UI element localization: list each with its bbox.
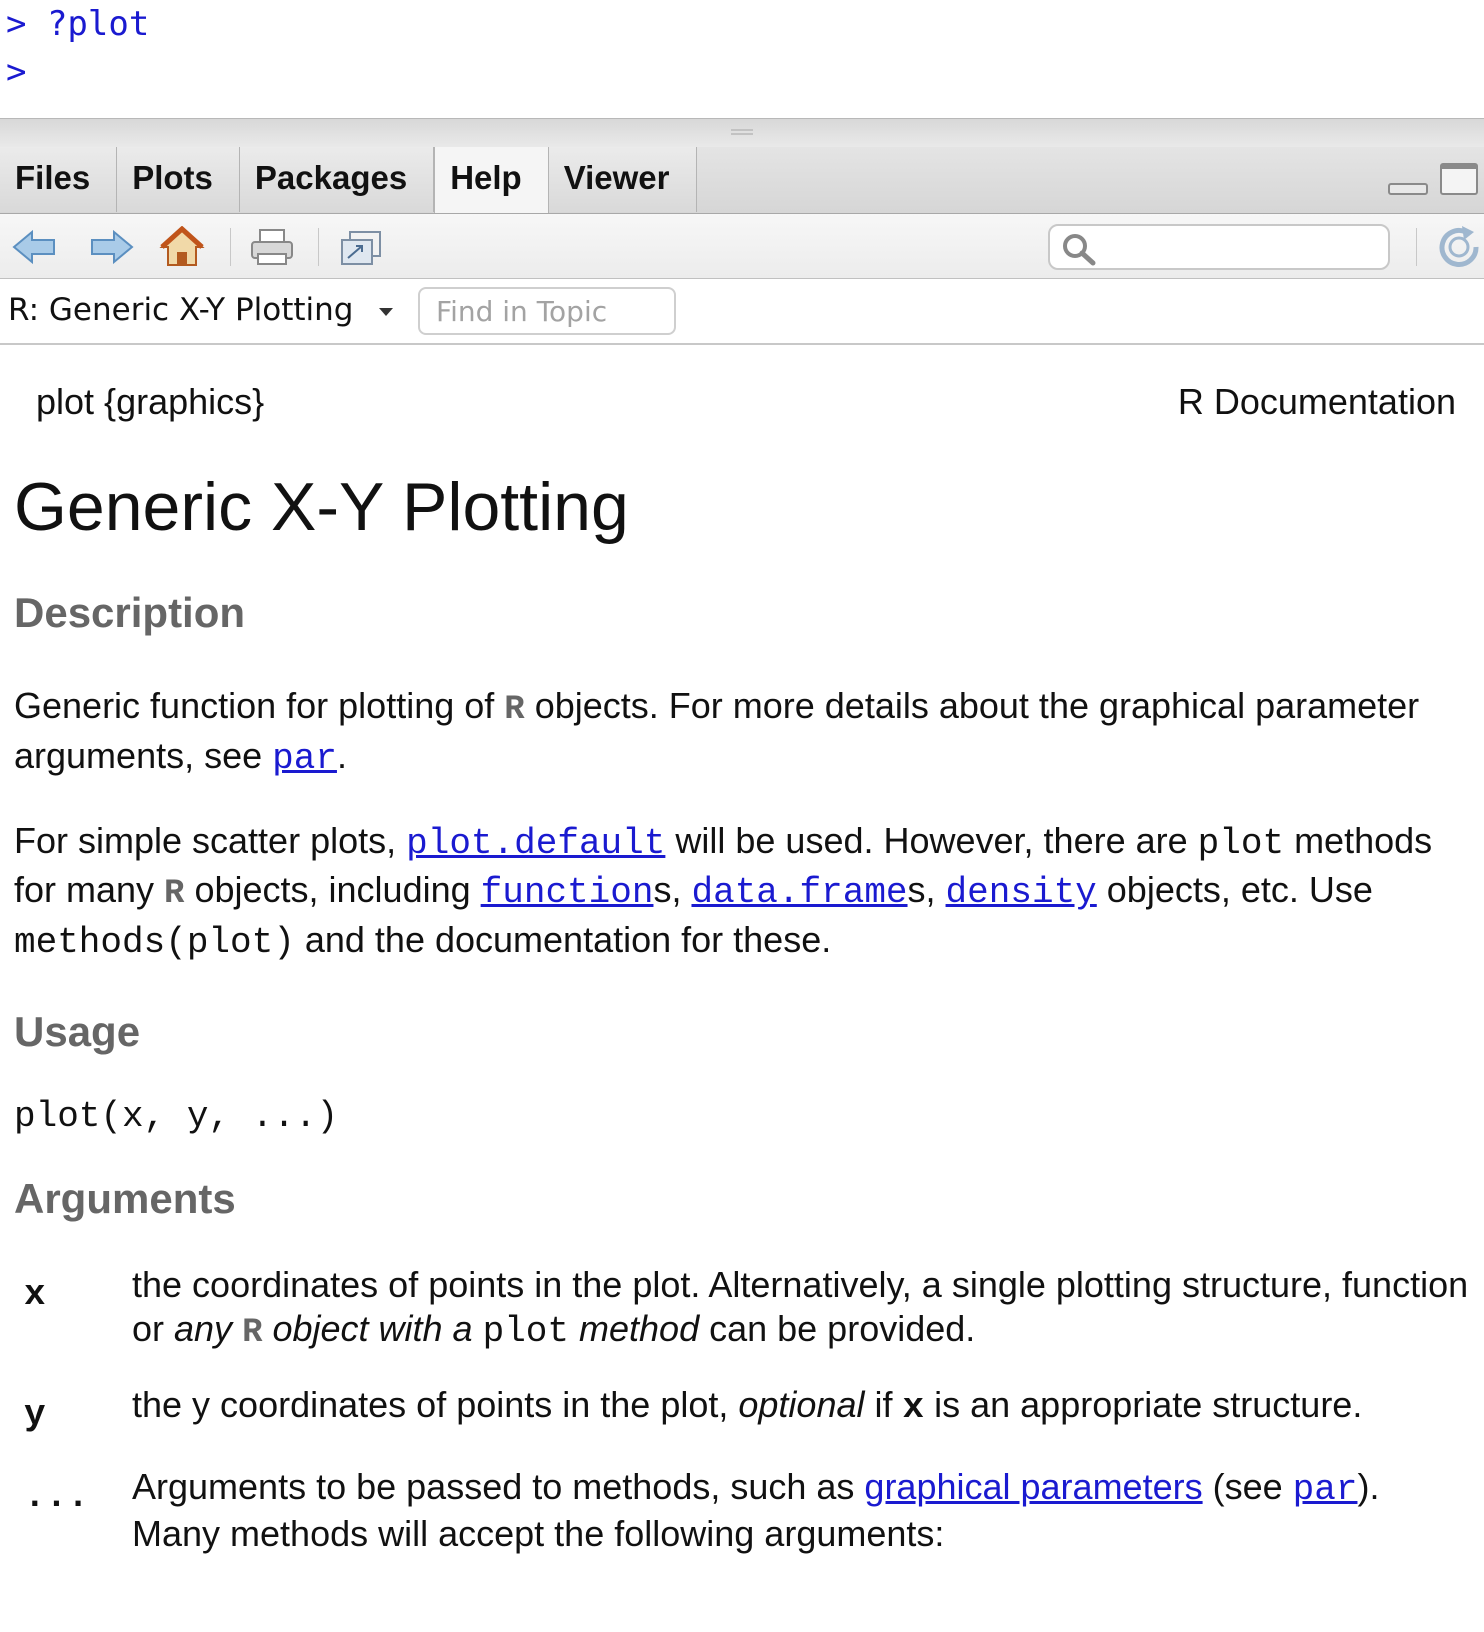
r-logo-text: R — [504, 691, 525, 729]
forward-arrow-icon[interactable] — [88, 226, 136, 268]
r-logo-text: R — [164, 875, 185, 913]
text: Generic function for plotting of — [14, 685, 505, 726]
r-logo-text: R — [242, 1314, 263, 1352]
text: the y coordinates of points in the plot, — [132, 1384, 739, 1425]
link-density[interactable]: density — [946, 872, 1097, 913]
doc-header-right: R Documentation — [1177, 381, 1456, 422]
doc-header-left: plot {graphics} — [36, 381, 265, 422]
console-prompt[interactable]: > — [6, 48, 1484, 96]
text: s, — [653, 869, 692, 910]
argument-description: Arguments to be passed to methods, such … — [132, 1465, 1470, 1556]
splitter-grip-icon[interactable] — [731, 129, 753, 135]
argument-row-y: y the y coordinates of points in the plo… — [14, 1383, 1470, 1437]
usage-heading: Usage — [14, 1008, 141, 1055]
toolbar-separator — [1416, 228, 1417, 266]
text: and the documentation for these. — [294, 919, 832, 960]
argument-name: ... — [24, 1476, 89, 1517]
text: . — [336, 735, 347, 776]
pane-window-controls — [1388, 163, 1478, 195]
text: can be provided. — [699, 1308, 976, 1349]
topic-title-dropdown[interactable]: R: Generic X-Y Plotting — [8, 279, 353, 341]
text: objects, including — [184, 869, 481, 910]
text: method — [569, 1308, 700, 1349]
tab-help[interactable]: Help — [434, 147, 549, 213]
minimize-icon[interactable] — [1388, 183, 1428, 195]
text: will be used. However, there are — [665, 820, 1198, 861]
arguments-table: x the coordinates of points in the plot.… — [14, 1263, 1470, 1556]
link-plot-default[interactable]: plot.default — [406, 823, 665, 864]
topic-bar: R: Generic X-Y Plotting — [0, 279, 1484, 345]
argument-name: y — [24, 1394, 46, 1435]
link-data-frame[interactable]: data.frame — [691, 872, 907, 913]
help-toolbar — [0, 214, 1484, 279]
page-title: Generic X-Y Plotting — [14, 469, 629, 545]
text: For simple scatter plots, — [14, 820, 407, 861]
argument-row-dots: ... Arguments to be passed to methods, s… — [14, 1465, 1470, 1556]
text: if — [864, 1384, 903, 1425]
text: s, — [907, 869, 946, 910]
pane-splitter[interactable] — [0, 118, 1484, 147]
toolbar-separator — [318, 228, 319, 266]
show-in-new-window-icon[interactable] — [336, 226, 384, 268]
find-in-topic-input[interactable] — [418, 287, 676, 335]
link-function[interactable]: function — [481, 872, 654, 913]
text: (see — [1202, 1466, 1293, 1507]
text: is an appropriate structure. — [924, 1384, 1363, 1425]
help-search-input[interactable] — [1048, 224, 1390, 270]
pane-tabbar: Files Plots Packages Help Viewer — [0, 147, 1484, 214]
text: object with a — [262, 1308, 483, 1349]
code-plot: plot — [482, 1311, 570, 1352]
back-arrow-icon[interactable] — [10, 226, 58, 268]
toolbar-separator — [230, 228, 231, 266]
argument-description: the y coordinates of points in the plot,… — [132, 1383, 1470, 1437]
home-icon[interactable] — [158, 225, 206, 268]
text: optional — [738, 1384, 865, 1425]
maximize-icon[interactable] — [1440, 163, 1478, 195]
code-x: x — [902, 1387, 925, 1428]
console-pane[interactable]: > ?plot > — [0, 0, 1484, 118]
code-methods-plot: methods(plot) — [14, 922, 295, 963]
arguments-heading: Arguments — [14, 1175, 236, 1222]
description-paragraph-1: Generic function for plotting of R objec… — [14, 683, 1470, 782]
description-heading: Description — [14, 589, 246, 636]
description-paragraph-2: For simple scatter plots, plot.default w… — [14, 818, 1470, 966]
doc-header: plot {graphics} R Documentation — [14, 345, 1470, 457]
search-icon — [1060, 232, 1100, 271]
text: Arguments to be passed to methods, such … — [132, 1466, 865, 1507]
argument-name: x — [24, 1274, 46, 1315]
console-line: > ?plot — [6, 4, 150, 44]
help-document: plot {graphics} R Documentation Generic … — [0, 345, 1484, 1556]
link-par[interactable]: par — [272, 738, 337, 779]
link-graphical-parameters[interactable]: graphical parameters — [864, 1466, 1202, 1507]
tab-plots[interactable]: Plots — [117, 147, 240, 212]
tab-viewer[interactable]: Viewer — [548, 147, 697, 212]
tab-packages[interactable]: Packages — [239, 147, 435, 212]
tab-files[interactable]: Files — [0, 147, 118, 212]
link-par[interactable]: par — [1293, 1469, 1358, 1510]
chevron-down-icon[interactable] — [379, 308, 393, 316]
print-icon[interactable] — [248, 226, 296, 268]
text: any — [174, 1308, 243, 1349]
usage-code: plot(x, y, ...) — [14, 1096, 339, 1137]
code-plot: plot — [1197, 823, 1285, 864]
text: objects, etc. Use — [1096, 869, 1373, 910]
argument-description: the coordinates of points in the plot. A… — [132, 1263, 1470, 1355]
refresh-icon[interactable] — [1436, 226, 1482, 273]
argument-row-x: x the coordinates of points in the plot.… — [14, 1263, 1470, 1355]
